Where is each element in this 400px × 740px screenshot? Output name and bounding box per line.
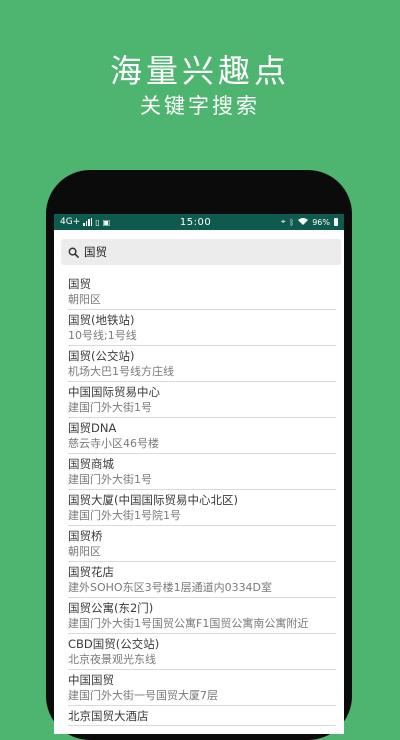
search-bar[interactable]: 国贸: [61, 239, 341, 265]
status-right: ⌖ ᛒ 96%: [281, 217, 338, 227]
results-list: 国贸 朝阳区 国贸(地铁站) 10号线;1号线 国贸(公交站) 机场大巴1号线方…: [54, 272, 344, 726]
result-address: 10号线;1号线: [68, 329, 137, 342]
result-item[interactable]: 国贸(地铁站) 10号线;1号线: [68, 310, 336, 346]
sim-icon: ▯: [95, 217, 100, 227]
result-name: 北京国贸大酒店: [68, 709, 149, 723]
location-icon: ⌖: [280, 217, 286, 226]
result-item[interactable]: 国贸DNA 慈云寺小区46号楼: [68, 418, 336, 454]
result-item[interactable]: 国贸桥 朝阳区: [68, 526, 336, 562]
result-item[interactable]: 中国国贸 建国门外大街一号国贸大厦7层: [68, 670, 336, 706]
result-name: 中国国际贸易中心: [68, 385, 160, 399]
result-address: 朝阳区: [68, 293, 101, 306]
network-label: 4G+: [60, 217, 81, 227]
result-address: 建国门外大街1号院1号: [68, 509, 181, 522]
bluetooth-icon: ᛒ: [289, 217, 295, 227]
result-item[interactable]: 国贸大厦(中国国际贸易中心北区) 建国门外大街1号院1号: [68, 490, 336, 526]
result-name: 国贸DNA: [68, 421, 117, 435]
battery-label: 96%: [312, 217, 330, 227]
status-bar: 4G+ ▯ ▣ 15:00 ⌖ ᛒ 96%: [54, 214, 344, 230]
result-name: 国贸花店: [68, 565, 114, 579]
search-icon: [68, 247, 79, 258]
result-item[interactable]: 国贸花店 建外SOHO东区3号楼1层通道内0334D室: [68, 562, 336, 598]
result-name: 国贸桥: [68, 529, 103, 543]
result-address: 朝阳区: [68, 545, 101, 558]
result-item[interactable]: 国贸 朝阳区: [68, 272, 336, 310]
result-item[interactable]: 国贸(公交站) 机场大巴1号线方庄线: [68, 346, 336, 382]
result-item[interactable]: 国贸商城 建国门外大街1号: [68, 454, 336, 490]
result-name: 国贸(公交站): [68, 349, 135, 363]
battery-icon: [334, 218, 338, 226]
result-address: 建国门外大街1号: [68, 473, 152, 486]
notification-icon: ▣: [102, 217, 111, 227]
result-item[interactable]: 中国国际贸易中心 建国门外大街1号: [68, 382, 336, 418]
search-query[interactable]: 国贸: [84, 244, 107, 260]
result-item[interactable]: CBD国贸(公交站) 北京夜景观光东线: [68, 634, 336, 670]
result-name: 国贸: [68, 277, 91, 291]
result-name: 国贸公寓(东2门): [68, 601, 154, 615]
promo-headline: 海量兴趣点: [109, 52, 290, 90]
status-left: 4G+ ▯ ▣: [60, 217, 110, 227]
signal-icon: [83, 218, 93, 226]
result-name: CBD国贸(公交站): [68, 637, 160, 651]
result-address: 建外SOHO东区3号楼1层通道内0334D室: [68, 581, 273, 594]
status-time: 15:00: [179, 216, 212, 228]
wifi-icon: [298, 217, 309, 227]
result-name: 国贸大厦(中国国际贸易中心北区): [68, 493, 238, 507]
result-address: 建国门外大街1号国贸公寓F1国贸公寓南公寓附近: [68, 617, 309, 630]
phone-screen: 4G+ ▯ ▣ 15:00 ⌖ ᛒ 96% 国贸 国贸 朝阳区 国贸(地铁站) …: [54, 214, 344, 734]
promo-subheadline: 关键字搜索: [140, 94, 260, 118]
result-address: 北京夜景观光东线: [68, 653, 156, 666]
result-address: 机场大巴1号线方庄线: [68, 365, 174, 378]
result-item[interactable]: 北京国贸大酒店: [68, 706, 336, 726]
result-address: 建国门外大街一号国贸大厦7层: [68, 689, 218, 702]
result-address: 建国门外大街1号: [68, 401, 152, 414]
result-name: 中国国贸: [68, 673, 114, 687]
result-item[interactable]: 国贸公寓(东2门) 建国门外大街1号国贸公寓F1国贸公寓南公寓附近: [68, 598, 336, 634]
phone-frame: 4G+ ▯ ▣ 15:00 ⌖ ᛒ 96% 国贸 国贸 朝阳区 国贸(地铁站) …: [46, 170, 352, 740]
result-name: 国贸(地铁站): [68, 313, 135, 327]
result-address: 慈云寺小区46号楼: [68, 437, 159, 450]
result-name: 国贸商城: [68, 457, 114, 471]
